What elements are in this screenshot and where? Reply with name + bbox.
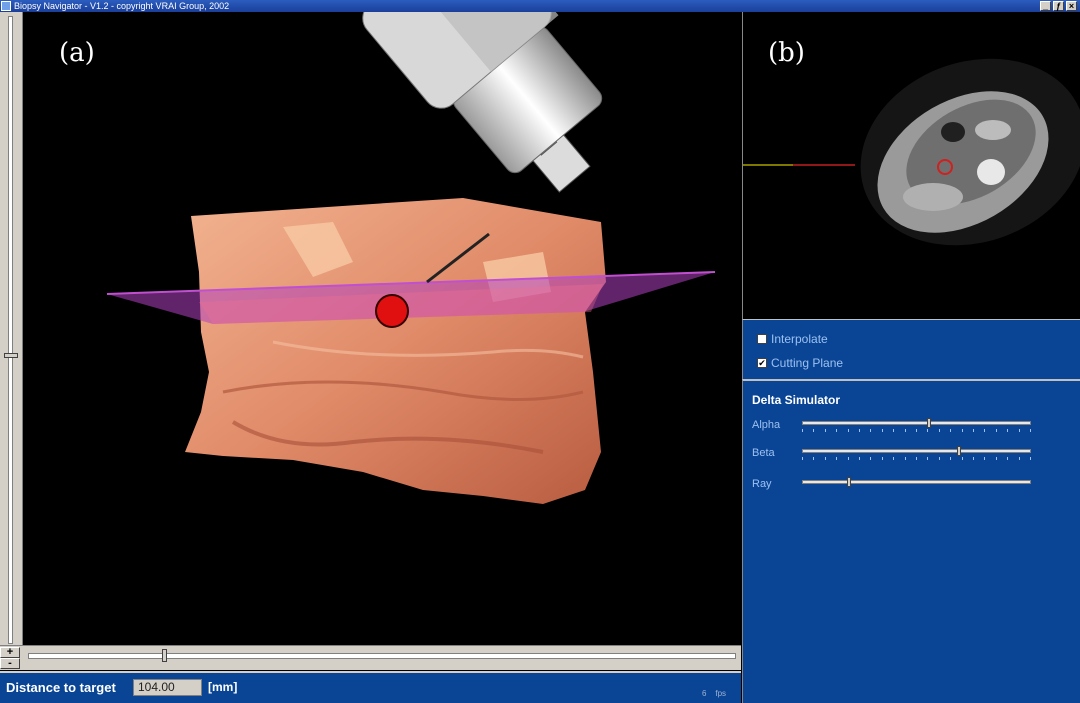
slider-tick [1007, 429, 1009, 432]
vertical-slider-track [8, 16, 13, 644]
slider-tick [938, 457, 940, 460]
ray-slider[interactable] [802, 477, 1031, 487]
delta-simulator-panel: Delta Simulator Alpha Beta Ray [742, 379, 1080, 703]
beta-slider-thumb[interactable] [957, 446, 961, 456]
slider-tick [904, 457, 906, 460]
slider-tick [836, 429, 838, 432]
slider-tick [802, 457, 803, 460]
interpolate-checkbox[interactable] [757, 334, 767, 344]
slider-tick [813, 429, 815, 432]
slider-tick [973, 457, 974, 460]
beta-slider[interactable] [802, 446, 1031, 456]
status-bar: Distance to target 104.00 [mm] 6 fps [0, 671, 741, 703]
slider-tick [824, 457, 826, 460]
slider-tick [995, 429, 997, 432]
alpha-slider-thumb[interactable] [927, 418, 931, 428]
slider-tick [916, 457, 917, 460]
ray-slider-thumb[interactable] [847, 477, 851, 487]
delta-simulator-title: Delta Simulator [752, 393, 841, 407]
timeline-track [28, 653, 736, 659]
slider-tick [950, 457, 952, 460]
title-bar: Biopsy Navigator - V1.2 - copyright VRAI… [0, 0, 1080, 12]
minimize-button[interactable]: _ [1040, 1, 1051, 11]
fps-value: 6 [702, 689, 707, 698]
ct-slice-view[interactable]: (b) [742, 12, 1080, 319]
slider-tick [893, 429, 895, 432]
slider-tick [1030, 429, 1031, 432]
fps-unit: fps [715, 689, 727, 698]
slider-tick [973, 429, 974, 432]
slider-tick [984, 429, 986, 432]
slider-tick [927, 457, 929, 460]
distance-value: 104.00 [133, 679, 202, 696]
slider-tick [881, 457, 883, 460]
slider-tick [881, 429, 883, 432]
target-marker [375, 294, 409, 328]
alpha-label: Alpha [752, 419, 781, 431]
app-icon [1, 1, 11, 11]
slider-tick [847, 457, 849, 460]
slider-tick [1007, 457, 1009, 460]
slider-tick [859, 429, 860, 432]
slider-tick [938, 429, 940, 432]
slider-tick [1018, 429, 1020, 432]
slider-tick [870, 429, 872, 432]
vertical-slider-thumb[interactable] [4, 353, 18, 358]
view-a-label: (a) [59, 38, 95, 68]
slider-tick [824, 429, 826, 432]
vertical-slider[interactable] [0, 12, 23, 649]
timeline-thumb[interactable] [162, 649, 167, 662]
timeline-slider[interactable]: + - [0, 645, 741, 670]
alpha-ticks [802, 429, 1031, 432]
slider-tick [950, 429, 952, 432]
slider-tick [961, 429, 963, 432]
zoom-out-button[interactable]: - [0, 658, 20, 669]
slider-tick [984, 457, 986, 460]
ray-label: Ray [752, 478, 772, 490]
slider-tick [847, 429, 849, 432]
slider-tick [927, 429, 929, 432]
beta-label: Beta [752, 447, 775, 459]
needle-holder [362, 12, 603, 193]
slider-tick [916, 429, 917, 432]
3d-view[interactable]: (a) [23, 12, 741, 645]
slider-tick [893, 457, 895, 460]
slider-tick [836, 457, 838, 460]
slider-tick [802, 429, 803, 432]
slider-tick [1030, 457, 1031, 460]
options-panel: Interpolate ✔ Cutting Plane [742, 319, 1080, 379]
slider-tick [870, 457, 872, 460]
slider-tick [995, 457, 997, 460]
distance-unit: [mm] [208, 680, 238, 694]
cutting-plane-label: Cutting Plane [771, 356, 844, 370]
restore-button[interactable]: ƒ [1053, 1, 1064, 11]
slider-tick [904, 429, 906, 432]
beta-ticks [802, 457, 1031, 460]
close-button[interactable]: × [1066, 1, 1077, 11]
window-title: Biopsy Navigator - V1.2 - copyright VRAI… [14, 1, 230, 11]
slider-tick [1018, 457, 1020, 460]
cutting-plane-checkbox[interactable]: ✔ [757, 358, 767, 368]
3d-scene [106, 12, 716, 504]
view-b-label: (b) [768, 38, 805, 68]
slider-tick [961, 457, 963, 460]
fps-readout: 6 fps [702, 689, 726, 698]
alpha-slider[interactable] [802, 418, 1031, 428]
slider-tick [813, 457, 815, 460]
interpolate-label: Interpolate [771, 332, 828, 346]
slider-tick [859, 457, 860, 460]
distance-label: Distance to target [6, 680, 116, 695]
